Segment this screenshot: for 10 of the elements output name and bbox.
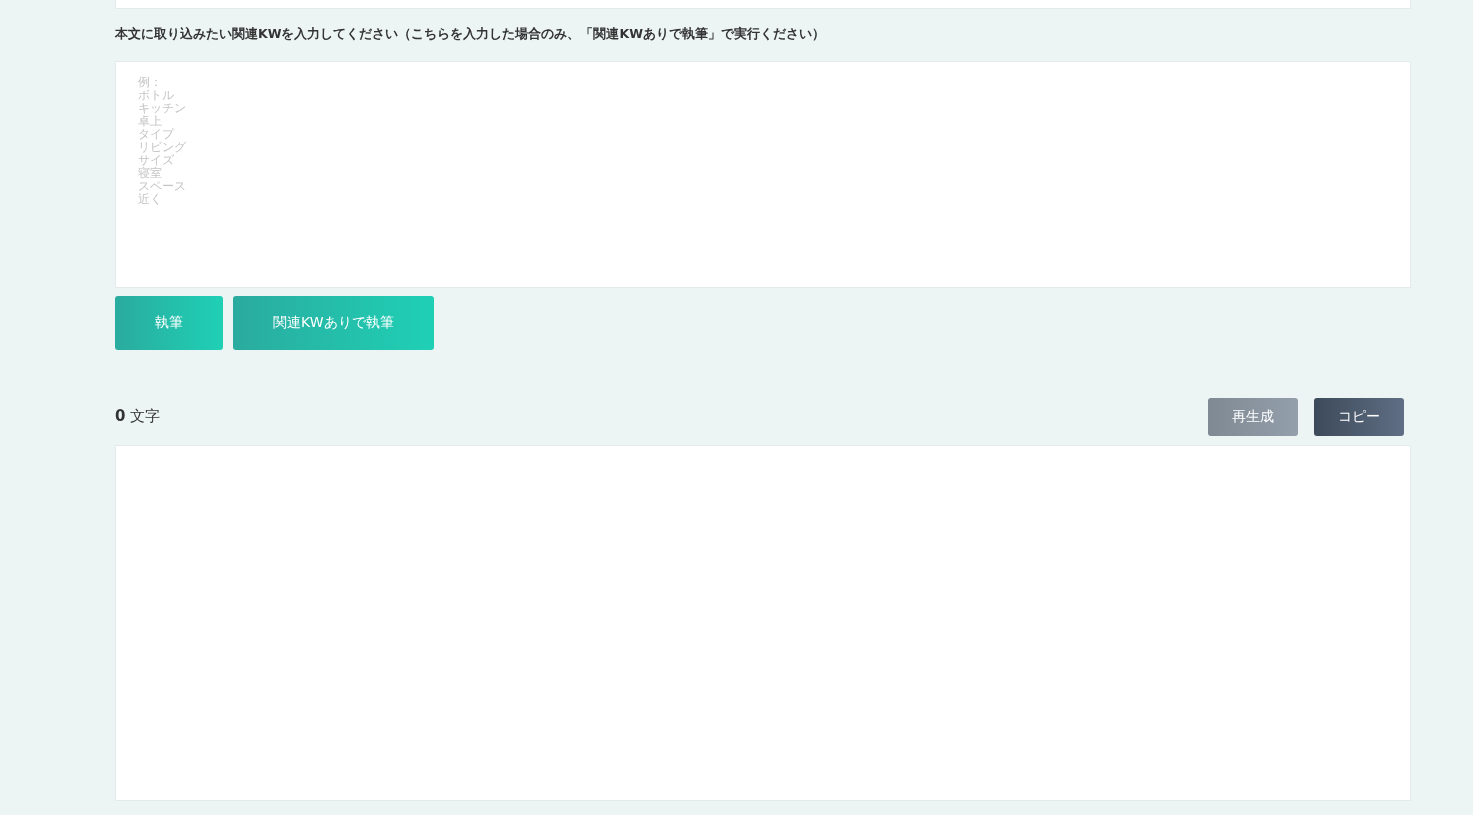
char-unit: 文字 xyxy=(130,407,161,426)
write-button[interactable]: 関連KWありで執筆 xyxy=(233,295,434,350)
regenerate-button[interactable]: 再生成 xyxy=(1208,397,1298,436)
write-button[interactable]: 執筆 xyxy=(115,295,223,350)
placeholder-line: 例： xyxy=(138,75,162,89)
copy-button[interactable]: コピー xyxy=(1314,397,1404,436)
keyword-instruction: 本文に取り込みたい関連KWを入力してください（こちらを入力した場合のみ、「関連KWありで執筆」で実行ください） xyxy=(115,25,826,43)
char-count: 0 xyxy=(115,407,126,426)
keyword-field[interactable] xyxy=(115,60,1411,288)
placeholder-line: 近く xyxy=(138,192,162,206)
